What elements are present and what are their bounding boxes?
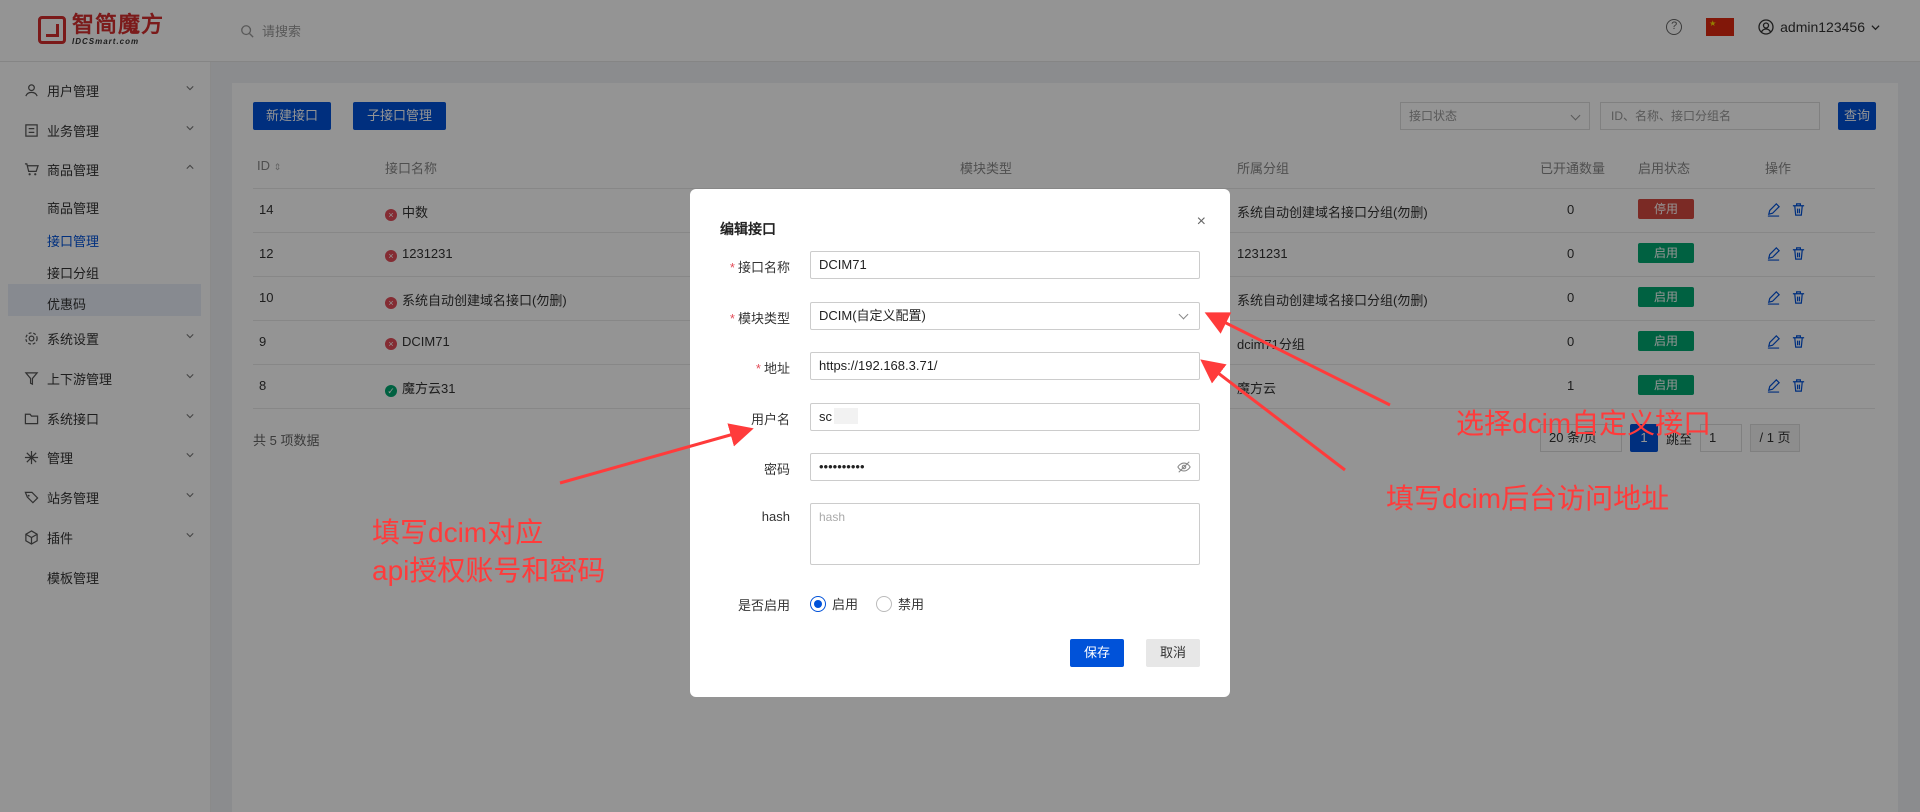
arrow-to-module-type — [1204, 312, 1391, 407]
annotation-account: 填写dcim对应 api授权账号和密码 — [372, 517, 606, 586]
annotation-select-custom: 选择dcim自定义接口 — [1456, 408, 1712, 439]
annotation-backend-address: 填写dcim后台访问地址 — [1386, 483, 1670, 514]
arrow-to-username — [559, 423, 754, 485]
arrow-to-address — [1200, 359, 1346, 472]
